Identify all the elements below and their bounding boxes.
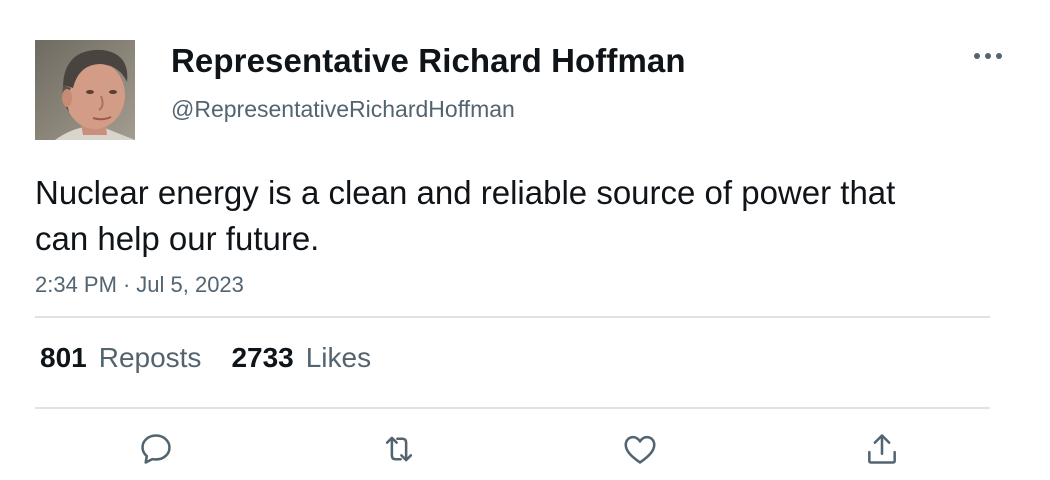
- tweet-time: 2:34 PM: [35, 272, 117, 297]
- like-button[interactable]: [615, 424, 665, 474]
- more-horizontal-icon: [974, 53, 1002, 59]
- timestamp-separator: ·: [122, 272, 131, 297]
- avatar-photo: [35, 40, 135, 140]
- likes-label: Likes: [305, 342, 372, 373]
- reposts-count: 801: [40, 342, 87, 373]
- tweet-card: Representative Richard Hoffman @Represen…: [0, 0, 1050, 480]
- likes-count: 2733: [231, 342, 294, 373]
- action-bar: [0, 424, 1050, 474]
- tweet-date: Jul 5, 2023: [136, 272, 244, 297]
- tweet-timestamp[interactable]: 2:34 PM · Jul 5, 2023: [35, 272, 244, 298]
- heart-icon: [624, 435, 656, 464]
- likes-stat[interactable]: 2733 Likes: [231, 342, 371, 374]
- more-options-button[interactable]: [970, 44, 1006, 68]
- user-handle[interactable]: @RepresentativeRichardHoffman: [171, 96, 515, 123]
- divider: [35, 316, 990, 318]
- display-name[interactable]: Representative Richard Hoffman: [171, 42, 686, 80]
- reposts-stat[interactable]: 801 Reposts: [40, 342, 201, 374]
- avatar[interactable]: [35, 40, 135, 140]
- repost-button[interactable]: [374, 424, 424, 474]
- reply-icon: [141, 434, 171, 464]
- reply-button[interactable]: [131, 424, 181, 474]
- divider: [35, 407, 990, 409]
- engagement-stats: 801 Reposts 2733 Likes: [40, 342, 371, 374]
- share-button[interactable]: [857, 424, 907, 474]
- share-icon: [868, 434, 896, 464]
- reposts-label: Reposts: [98, 342, 202, 373]
- tweet-text: Nuclear energy is a clean and reliable s…: [35, 174, 896, 257]
- repost-icon: [385, 436, 413, 462]
